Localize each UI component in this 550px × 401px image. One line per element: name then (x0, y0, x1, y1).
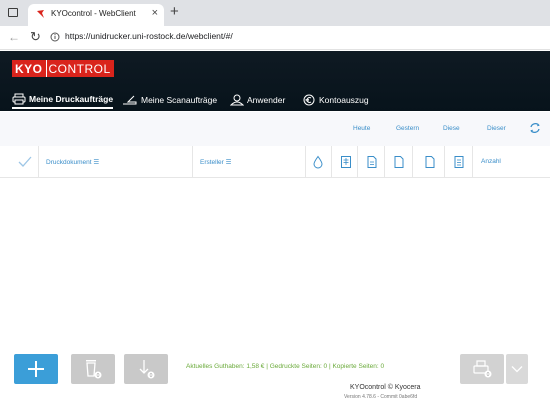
job-list (0, 179, 550, 341)
tab-label: Kontoauszug (319, 95, 369, 105)
main-nav: Meine Druckaufträge Meine Scanaufträge A… (0, 89, 550, 111)
back-arrow-icon[interactable]: ← (8, 30, 20, 44)
copy-icon[interactable] (340, 155, 352, 169)
footer-bar: 0 0 Aktuelles Guthaben: 1,58 € | Gedruck… (0, 341, 550, 401)
list-icon[interactable] (453, 155, 465, 169)
column-divider (192, 146, 193, 178)
filter-lines-icon: ☰ (225, 159, 232, 166)
printer-icon (12, 93, 26, 105)
page-outline-icon[interactable] (424, 155, 436, 169)
column-divider (472, 146, 473, 178)
column-label: Druckdokument (46, 159, 92, 166)
download-button[interactable]: 0 (124, 354, 168, 384)
column-divider (331, 146, 332, 178)
tab-anwender[interactable]: Anwender (230, 91, 285, 109)
tab-title: KYOcontrol - WebClient (51, 9, 136, 18)
copyright-text: KYOcontrol © Kyocera (350, 384, 421, 391)
print-button[interactable]: 0 (460, 354, 504, 384)
date-filter-row: Heute Gestern Diese Dieser (0, 112, 550, 146)
app-header: KYO CONTROL Meine Druckaufträge Meine Sc… (0, 51, 550, 111)
column-anzahl[interactable]: Anzahl (481, 158, 501, 165)
column-divider (384, 146, 385, 178)
user-icon (230, 94, 244, 106)
filter-dieser[interactable]: Dieser (487, 125, 506, 132)
download-badge: 0 (150, 373, 153, 379)
kyocontrol-logo: KYO CONTROL (12, 60, 114, 77)
column-label: Ersteller (200, 159, 224, 166)
url-field[interactable]: https://unidrucker.uni-rostock.de/webcli… (65, 31, 233, 41)
delete-button[interactable]: 0 (71, 354, 115, 384)
download-arrow-icon: 0 (139, 360, 155, 379)
browser-tabstrip: KYOcontrol - WebClient × + (0, 0, 550, 26)
scanner-icon (123, 95, 137, 105)
tab-meine-scanauftraege[interactable]: Meine Scanaufträge (122, 91, 217, 109)
refresh-icon[interactable] (528, 121, 542, 135)
filter-heute[interactable]: Heute (353, 125, 370, 132)
select-all-check-icon[interactable] (18, 156, 32, 168)
document-icon[interactable] (366, 155, 378, 169)
tab-label: Meine Druckaufträge (29, 94, 114, 104)
plus-icon (28, 361, 44, 377)
kyocontrol-favicon-icon (37, 10, 44, 18)
printer-icon: 0 (473, 360, 492, 378)
column-divider (305, 146, 306, 178)
window-menu-icon[interactable] (8, 8, 18, 17)
tab-label: Anwender (247, 95, 286, 105)
chevron-down-icon (511, 366, 523, 373)
column-divider (412, 146, 413, 178)
page-icon[interactable] (393, 155, 405, 169)
tab-close-icon[interactable]: × (152, 7, 158, 19)
credit-status-text: Aktuelles Guthaben: 1,58 € | Gedruckte S… (186, 363, 385, 370)
add-job-button[interactable] (14, 354, 58, 384)
version-text: Version 4.78.6 - Commit 0abe6fd (344, 394, 418, 400)
column-druckdokument[interactable]: Druckdokument ☰ (46, 158, 99, 166)
euro-icon (303, 94, 315, 106)
filter-gestern[interactable]: Gestern (396, 125, 419, 132)
browser-tab[interactable]: KYOcontrol - WebClient × (28, 4, 164, 26)
drop-icon[interactable] (312, 155, 324, 169)
tab-label: Meine Scanaufträge (141, 95, 218, 105)
print-badge: 0 (487, 372, 490, 378)
filter-lines-icon: ☰ (93, 159, 100, 166)
column-divider (444, 146, 445, 178)
column-divider (357, 146, 358, 178)
new-tab-button[interactable]: + (170, 3, 179, 21)
logo-kyo-text: KYO (12, 60, 46, 77)
reload-icon[interactable]: ↻ (30, 29, 41, 44)
logo-control-text: CONTROL (45, 60, 114, 77)
print-options-dropdown[interactable] (506, 354, 528, 384)
tab-kontoauszug[interactable]: Kontoauszug (302, 91, 369, 109)
address-bar: ← ↻ https://unidrucker.uni-rostock.de/we… (0, 26, 550, 50)
site-info-icon[interactable] (50, 32, 60, 42)
delete-badge: 0 (97, 373, 100, 379)
table-header: Druckdokument ☰ Ersteller ☰ Anzahl (0, 146, 550, 178)
column-divider (38, 146, 39, 178)
trash-icon: 0 (86, 360, 102, 379)
filter-diese[interactable]: Diese (443, 125, 460, 132)
tab-meine-druckauftraege[interactable]: Meine Druckaufträge (12, 91, 114, 109)
column-ersteller[interactable]: Ersteller ☰ (200, 158, 231, 166)
